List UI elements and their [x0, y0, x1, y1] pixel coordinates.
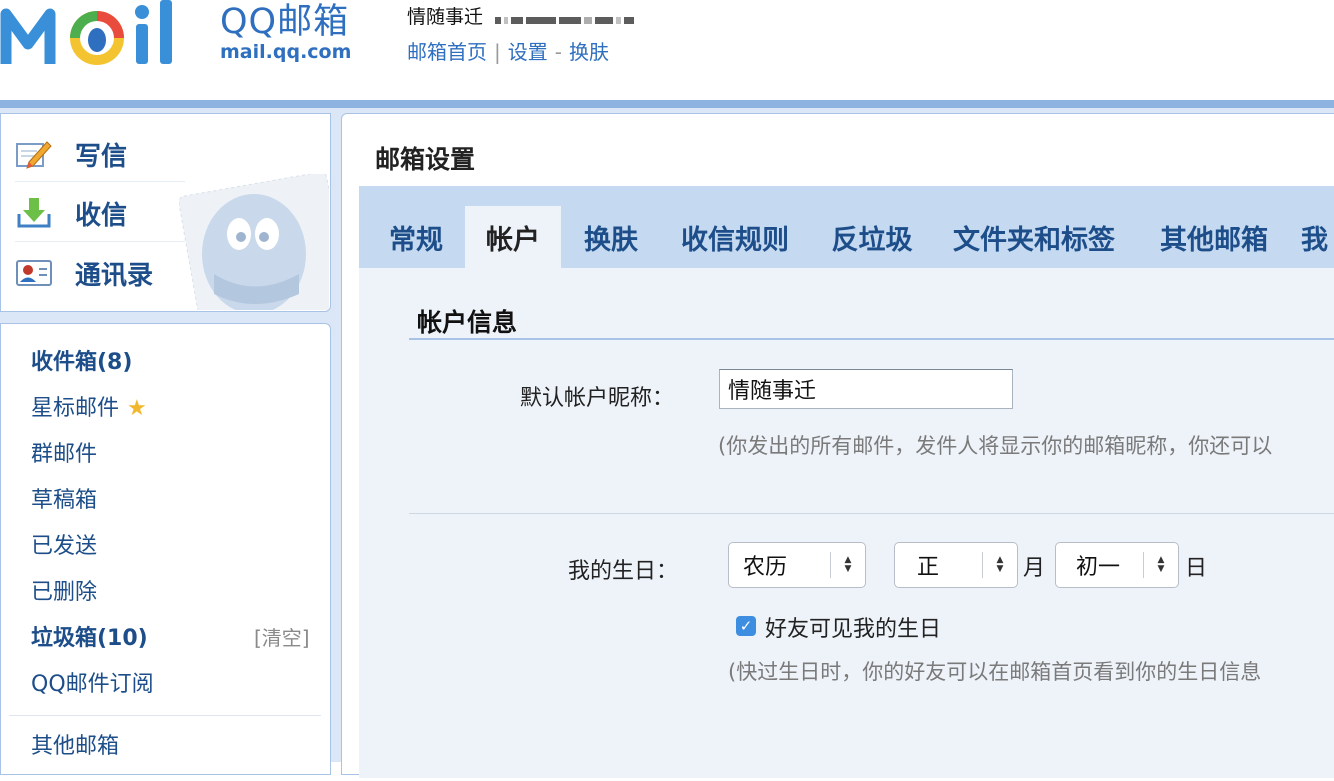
- folder-inbox[interactable]: 收件箱(8): [31, 344, 132, 376]
- settings-tab-bar: 常规 帐户 换肤 收信规则 反垃圾 文件夹和标签 其他邮箱 我: [359, 186, 1334, 268]
- contacts-card-icon: [16, 260, 52, 286]
- folder-list-panel: 收件箱(8) 星标邮件 ★ 群邮件 草稿箱 已发送 已删除 垃圾箱(10) [清空…: [0, 323, 331, 775]
- folder-starred-label: 星标邮件: [31, 396, 120, 421]
- settings-panel: 邮箱设置 常规 帐户 换肤 收信规则 反垃圾 文件夹和标签 其他邮箱 我 帐户信…: [341, 113, 1334, 778]
- compose-label: 写信: [75, 141, 128, 172]
- birth-month-select[interactable]: 正 ▲ ▼: [894, 542, 1018, 588]
- tab-account[interactable]: 帐户: [465, 206, 561, 268]
- nickname-label: 默认帐户昵称：: [520, 386, 675, 411]
- header-divider-bar: [0, 100, 1334, 108]
- receive-mail-label: 收信: [75, 200, 128, 231]
- contacts-label: 通讯录: [75, 260, 154, 291]
- redacted-email: [495, 7, 637, 29]
- select-arrows-icon: ▲ ▼: [830, 552, 865, 578]
- mailbox-home-link[interactable]: 邮箱首页: [407, 40, 487, 64]
- star-icon: ★: [127, 396, 147, 421]
- birthday-visible-checkbox[interactable]: ✓: [736, 616, 756, 636]
- tab-anti-spam[interactable]: 反垃圾: [817, 206, 927, 268]
- change-skin-link[interactable]: 换肤: [569, 40, 609, 64]
- folder-group-mail[interactable]: 群邮件: [31, 436, 97, 468]
- compose-button[interactable]: 写信: [15, 126, 215, 182]
- birth-day-value: 初一: [1076, 555, 1121, 580]
- checkmark-icon: ✓: [739, 617, 753, 635]
- top-header: QQ邮箱 mail.qq.com 情随事迁 邮箱首页 | 设置 - 换肤: [0, 0, 1334, 100]
- quick-actions-panel: 写信 收信 通讯录: [0, 113, 331, 312]
- folder-divider: [9, 715, 321, 716]
- clear-spam-link[interactable]: [清空]: [254, 622, 310, 651]
- folder-spam[interactable]: 垃圾箱(10): [31, 620, 148, 652]
- folder-drafts[interactable]: 草稿箱: [31, 482, 97, 514]
- folder-starred[interactable]: 星标邮件 ★: [31, 390, 147, 422]
- tab-more-truncated[interactable]: 我: [1301, 206, 1334, 268]
- user-nickname-text: 情随事迁: [407, 6, 484, 28]
- month-unit-label: 月: [1023, 556, 1046, 581]
- nickname-input[interactable]: [719, 369, 1013, 409]
- brand-domain: mail.qq.com: [220, 41, 352, 63]
- tab-folders-labels[interactable]: 文件夹和标签: [939, 206, 1129, 268]
- page-title: 邮箱设置: [375, 145, 476, 174]
- contacts-button[interactable]: 通讯录: [15, 245, 215, 301]
- tab-skin[interactable]: 换肤: [563, 206, 659, 268]
- qq-mail-logo[interactable]: [0, 0, 200, 70]
- folder-deleted[interactable]: 已删除: [31, 574, 97, 606]
- next-section-heading-cut: [417, 752, 426, 781]
- birthday-hint: (快过生日时，你的好友可以在邮箱首页看到你的生日信息: [728, 660, 1262, 684]
- folder-other-mailboxes[interactable]: 其他邮箱: [31, 728, 119, 760]
- settings-link[interactable]: 设置: [508, 40, 548, 64]
- account-info-heading: 帐户信息: [417, 308, 518, 337]
- user-nickname: 情随事迁: [407, 2, 637, 29]
- birthday-label: 我的生日：: [568, 559, 679, 584]
- brand-title: QQ邮箱: [220, 2, 350, 42]
- calendar-type-select[interactable]: 农历 ▲ ▼: [728, 542, 866, 588]
- compose-icon: [16, 141, 52, 169]
- inbox-download-icon: [17, 198, 51, 228]
- select-arrows-icon: ▲ ▼: [1143, 552, 1178, 578]
- birth-day-select[interactable]: 初一 ▲ ▼: [1055, 542, 1179, 588]
- section-divider: [409, 513, 1334, 514]
- tab-general[interactable]: 常规: [373, 206, 459, 268]
- brand-block[interactable]: QQ邮箱 mail.qq.com: [220, 0, 351, 62]
- calendar-type-value: 农历: [743, 555, 788, 580]
- top-links: 邮箱首页 | 设置 - 换肤: [407, 40, 609, 64]
- birthday-visible-label[interactable]: 好友可见我的生日: [765, 611, 941, 643]
- folder-qq-subscriptions[interactable]: QQ邮件订阅: [31, 666, 154, 698]
- receive-mail-button[interactable]: 收信: [15, 185, 215, 241]
- tab-other-mailboxes[interactable]: 其他邮箱: [1149, 206, 1279, 268]
- account-settings-content: 帐户信息 默认帐户昵称： (你发出的所有邮件，发件人将显示你的邮箱昵称，你还可以…: [359, 268, 1334, 778]
- nickname-hint: (你发出的所有邮件，发件人将显示你的邮箱昵称，你还可以: [718, 434, 1273, 458]
- tab-mail-rules[interactable]: 收信规则: [665, 206, 805, 268]
- section-underline: [409, 338, 1334, 340]
- select-arrows-icon: ▲ ▼: [982, 552, 1017, 578]
- folder-sent[interactable]: 已发送: [31, 528, 97, 560]
- day-unit-label: 日: [1185, 556, 1208, 581]
- birth-month-value: 正: [917, 555, 940, 580]
